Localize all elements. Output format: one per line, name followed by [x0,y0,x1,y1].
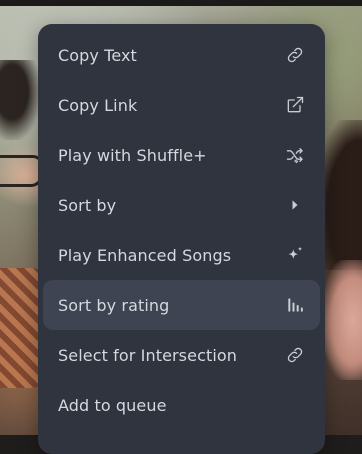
menu-item-label: Copy Text [58,45,137,65]
menu-item-play-with-shuffle[interactable]: Play with Shuffle+ [43,130,320,180]
menu-item-label: Add to queue [58,395,167,415]
menu-item-sort-by[interactable]: Sort by [43,180,320,230]
menu-item-sort-by-rating[interactable]: Sort by rating [43,280,320,330]
shuffle-icon [285,145,305,165]
menu-item-play-enhanced-songs[interactable]: Play Enhanced Songs [43,230,320,280]
background-woman-face [323,260,362,380]
menu-item-copy-text[interactable]: Copy Text [43,30,320,80]
external-link-icon [285,95,305,115]
menu-item-label: Play with Shuffle+ [58,145,207,165]
context-menu: Copy Text Copy Link Play with Shuffle+ S… [38,24,325,454]
sparkle-icon [285,245,305,265]
menu-item-label: Sort by rating [58,295,170,315]
chevron-right-icon [285,195,305,215]
menu-item-copy-link[interactable]: Copy Link [43,80,320,130]
menu-item-label: Sort by [58,195,117,215]
menu-item-add-to-queue[interactable]: Add to queue [43,380,320,430]
menu-item-label: Play Enhanced Songs [58,245,232,265]
link-icon [285,345,305,365]
background-hair [0,60,40,140]
bar-chart-icon [285,295,305,315]
background-glasses [0,155,43,187]
menu-item-select-for-intersection[interactable]: Select for Intersection [43,330,320,380]
menu-item-label: Copy Link [58,95,138,115]
link-icon [285,45,305,65]
context-menu-list: Copy Text Copy Link Play with Shuffle+ S… [38,24,325,430]
menu-item-label: Select for Intersection [58,345,238,365]
